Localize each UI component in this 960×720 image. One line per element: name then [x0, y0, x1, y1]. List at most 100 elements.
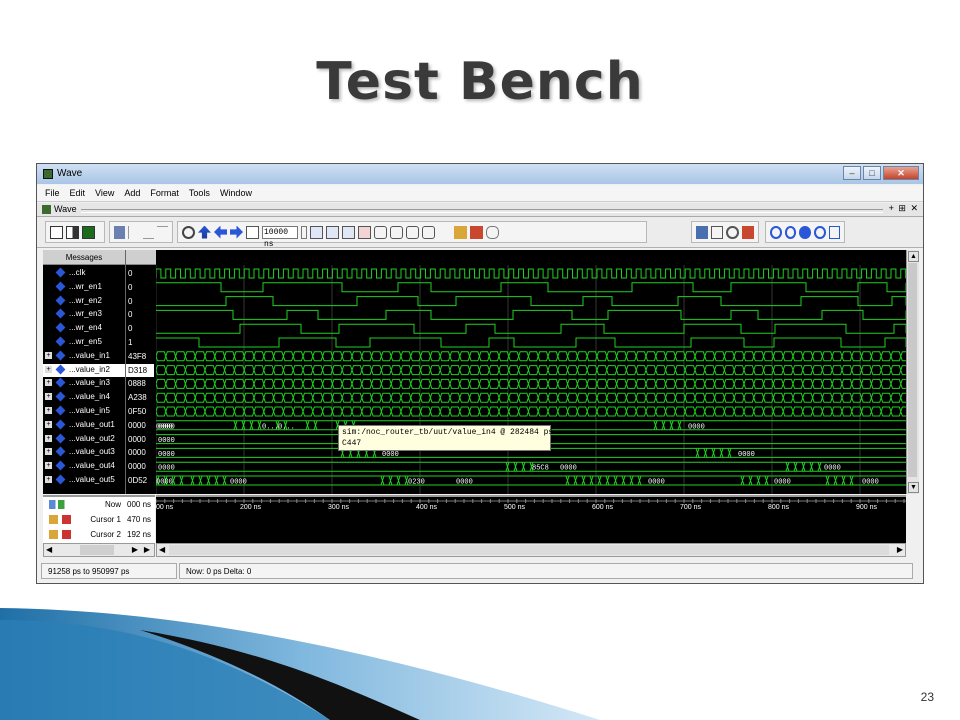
- names-scroll-thumb[interactable]: [80, 545, 114, 555]
- signal-row[interactable]: + ...value_out5: [43, 474, 125, 488]
- signal-row[interactable]: + ...value_out1: [43, 419, 125, 433]
- scroll-left-icon[interactable]: ◀: [159, 545, 165, 554]
- step-out-icon[interactable]: [406, 225, 419, 239]
- names-horizontal-scrollbar[interactable]: ◀ ▶ ▶: [43, 543, 155, 557]
- minimize-button[interactable]: –: [843, 166, 861, 180]
- time-axis[interactable]: 00 ns 200 ns 300 ns 400 ns 500 ns 600 ns 700 n…: [155, 497, 906, 543]
- signal-row[interactable]: ...wr_en1: [43, 281, 125, 295]
- pane-drag-handle[interactable]: [81, 209, 883, 213]
- signal-values-pane: 0 0 0 0 0 1 43F8 D318 0888 A238 0F50 0000 0000 0000 00…: [125, 250, 156, 494]
- now-row: Now: [43, 497, 125, 512]
- continue-icon[interactable]: [326, 225, 339, 239]
- run-length-icon[interactable]: [246, 225, 259, 239]
- expand-icon[interactable]: +: [45, 393, 52, 401]
- bookmark-icon[interactable]: [741, 225, 754, 239]
- scroll-up-icon[interactable]: ▲: [908, 251, 919, 262]
- menu-tools[interactable]: Tools: [189, 188, 210, 198]
- waveform-pane[interactable]: 0000 0... 0... 0000 0000 0000 0000 0000 0000 0000…: [155, 250, 954, 494]
- zoom-out-icon[interactable]: [784, 225, 797, 239]
- pane-controls[interactable]: + ⊞ ✕: [889, 203, 919, 214]
- break-icon[interactable]: [358, 225, 371, 239]
- edge-fall-icon[interactable]: [142, 226, 154, 239]
- wave-app-icon: [43, 169, 53, 179]
- zoom-full-icon[interactable]: [799, 225, 811, 239]
- restart-icon[interactable]: [182, 225, 195, 239]
- run-all-icon[interactable]: [342, 225, 355, 239]
- menu-format[interactable]: Format: [150, 188, 179, 198]
- run-length-input[interactable]: 10000 ns: [262, 225, 298, 249]
- expand-icon[interactable]: +: [45, 407, 52, 414]
- dataflow-icon[interactable]: [470, 225, 483, 239]
- expand-icon[interactable]: +: [45, 462, 52, 470]
- cursor-1-row[interactable]: Cursor 1: [43, 512, 125, 527]
- expand-icon[interactable]: +: [45, 379, 52, 387]
- scroll-left-icon[interactable]: ◀: [46, 545, 52, 554]
- time-axis-pane[interactable]: 00 ns 200 ns 300 ns 400 ns 500 ns 600 ns 700 n…: [155, 495, 906, 543]
- now-row-icons[interactable]: [49, 500, 71, 509]
- signal-row[interactable]: ...wr_en5: [43, 336, 125, 350]
- left-arrow-icon[interactable]: [214, 225, 227, 239]
- right-arrow-icon[interactable]: [230, 225, 243, 239]
- delete-cursor-icon[interactable]: [82, 225, 95, 239]
- signal-row[interactable]: + ...value_in3: [43, 377, 125, 391]
- signal-row[interactable]: + ...value_out4: [43, 460, 125, 474]
- expand-icon[interactable]: +: [45, 448, 52, 456]
- insert-cursor-icon[interactable]: [66, 225, 79, 239]
- menu-edit[interactable]: Edit: [70, 188, 86, 198]
- step-over-icon[interactable]: [390, 225, 403, 239]
- find-icon[interactable]: [726, 225, 739, 239]
- cursor-lock-icon[interactable]: [49, 530, 71, 539]
- signal-row[interactable]: + ...value_in2: [43, 363, 125, 378]
- up-arrow-icon[interactable]: [198, 225, 211, 239]
- scroll-right-icon[interactable]: ▶: [144, 545, 150, 554]
- signal-name: ...value_out4: [69, 461, 115, 471]
- maximize-button[interactable]: □: [863, 166, 881, 180]
- signal-row[interactable]: ...clk: [43, 267, 125, 281]
- hand-icon[interactable]: [486, 225, 499, 239]
- signal-row[interactable]: + ...value_in1: [43, 350, 125, 364]
- signal-row[interactable]: ...wr_en4: [43, 322, 125, 336]
- menu-window[interactable]: Window: [220, 188, 252, 198]
- scroll-thumb[interactable]: [908, 263, 917, 477]
- menu-file[interactable]: File: [45, 188, 60, 198]
- zoom-cursor-icon[interactable]: [813, 225, 826, 239]
- edge-any-icon[interactable]: [156, 225, 169, 239]
- signal-row[interactable]: + ...value_out3: [43, 446, 125, 460]
- menu-add[interactable]: Add: [124, 188, 140, 198]
- zoom-range-icon[interactable]: [828, 225, 840, 239]
- edge-rise-icon[interactable]: [128, 225, 139, 239]
- zoom-in-icon[interactable]: [770, 225, 782, 239]
- expand-icon[interactable]: +: [45, 365, 52, 373]
- expand-icon[interactable]: +: [45, 420, 52, 428]
- menu-view[interactable]: View: [95, 188, 114, 198]
- wave-horizontal-scrollbar[interactable]: ◀ ▶: [156, 543, 906, 557]
- close-button[interactable]: ✕: [883, 166, 919, 180]
- value-out4-waveform: [156, 461, 906, 472]
- run-icon[interactable]: [310, 225, 323, 239]
- scroll-down-icon[interactable]: ▼: [908, 482, 919, 493]
- scroll-right-icon[interactable]: ▶: [132, 545, 138, 554]
- expand-icon[interactable]: +: [45, 476, 52, 483]
- signal-row[interactable]: ...wr_en2: [43, 295, 125, 309]
- signal-row[interactable]: ...wr_en3: [43, 308, 125, 322]
- signal-row[interactable]: + ...value_out2: [43, 433, 125, 447]
- step-back-icon[interactable]: [422, 225, 435, 239]
- cursor-lock-icon[interactable]: [49, 515, 71, 524]
- vertical-scrollbar[interactable]: ▲ ▼: [906, 250, 919, 494]
- wave-scroll-thumb[interactable]: [169, 545, 889, 555]
- signal-row[interactable]: + ...value_in4: [43, 391, 125, 405]
- expand-icon[interactable]: +: [45, 434, 52, 442]
- step-into-icon[interactable]: [374, 225, 387, 239]
- list-icon[interactable]: [711, 225, 724, 239]
- wave-edit-icon[interactable]: [50, 225, 63, 239]
- spin-icon[interactable]: [301, 225, 307, 239]
- expand-icon[interactable]: +: [45, 351, 52, 359]
- wave-compare-icon[interactable]: [696, 225, 709, 239]
- signal-row[interactable]: + ...value_in5: [43, 405, 125, 419]
- waveform-canvas[interactable]: 0000 0... 0... 0000 0000 0000 0000 0000 0000 0000…: [155, 250, 954, 494]
- grid-icon[interactable]: [114, 225, 126, 239]
- stop-icon[interactable]: [438, 226, 451, 239]
- scroll-right-icon[interactable]: ▶: [897, 545, 903, 554]
- memory-icon[interactable]: [454, 225, 467, 239]
- cursor-2-row[interactable]: Cursor 2: [43, 527, 125, 542]
